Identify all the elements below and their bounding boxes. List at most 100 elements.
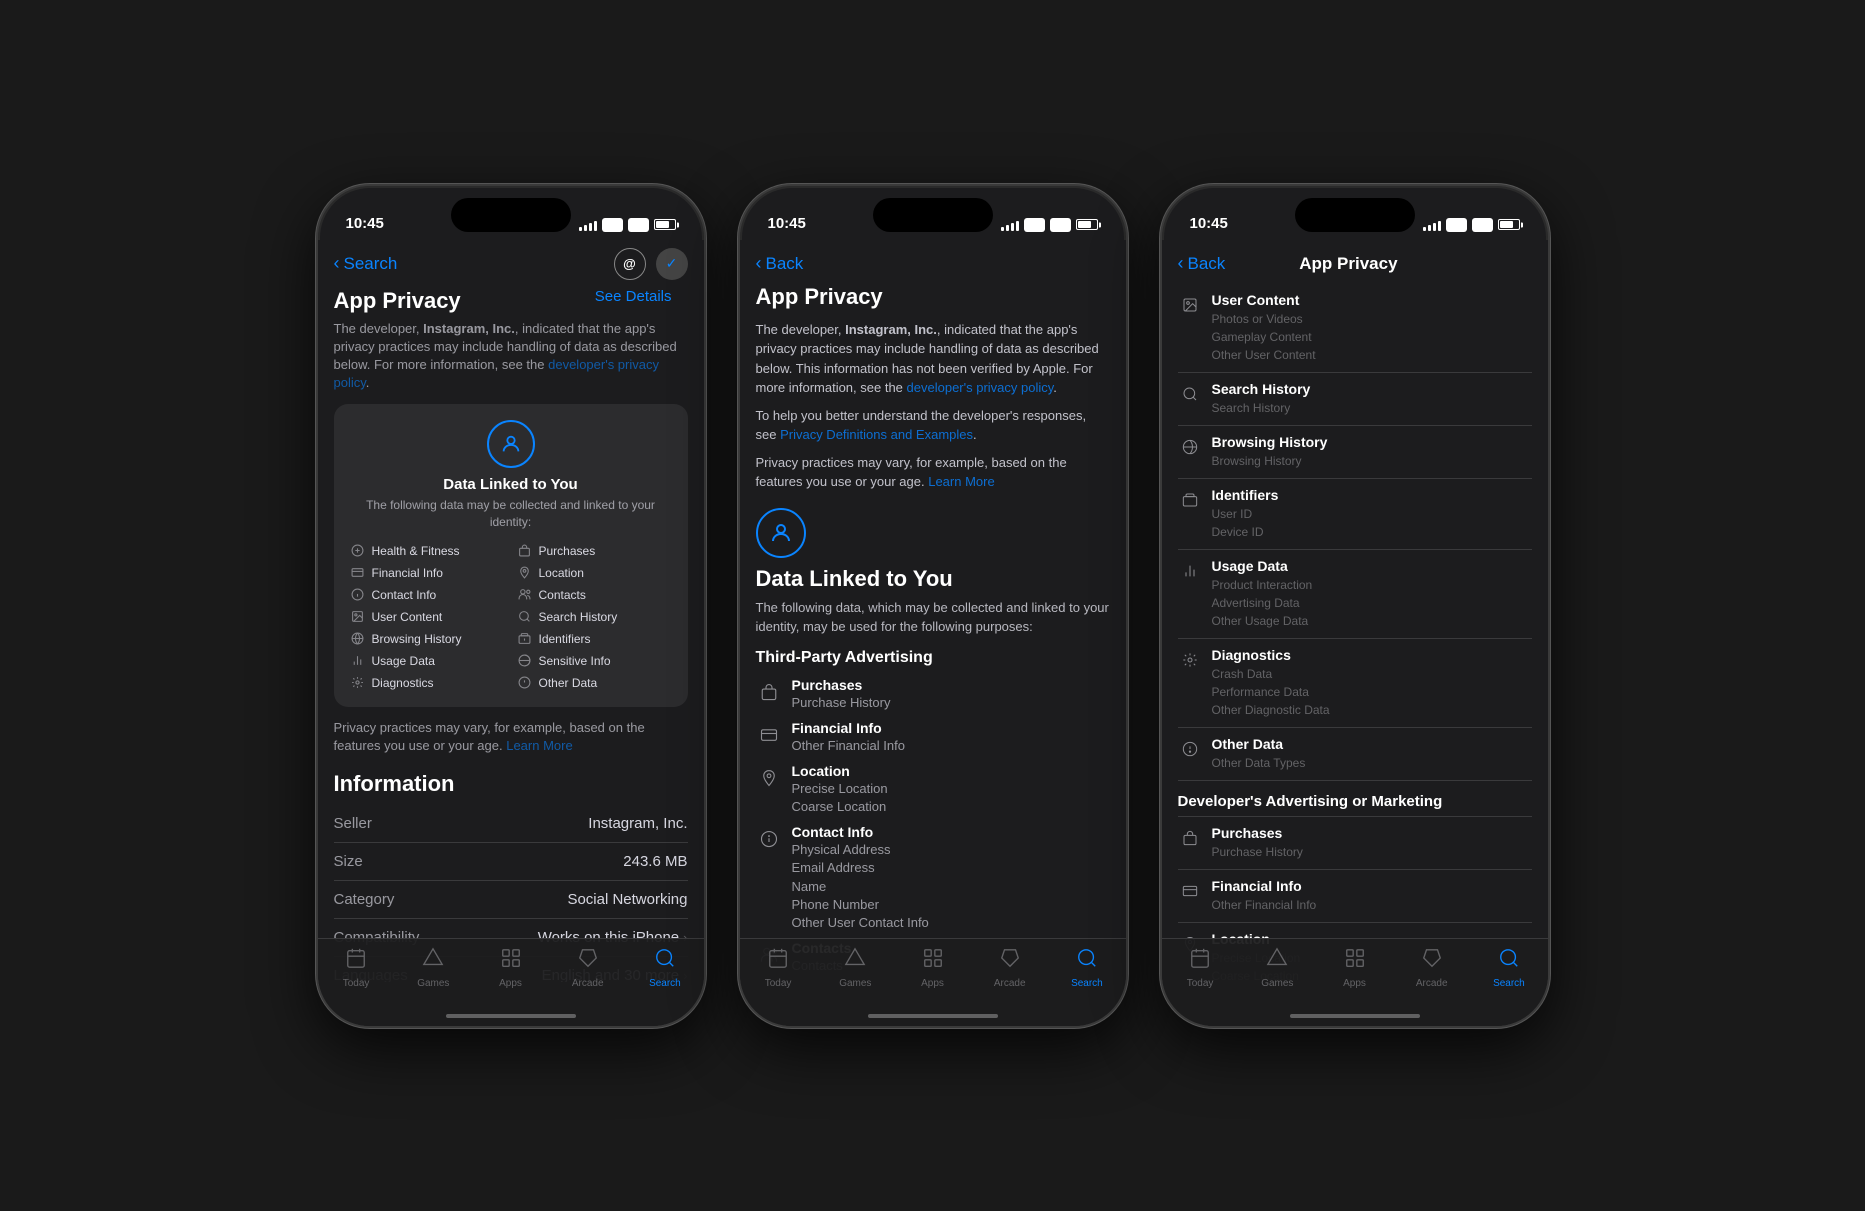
tab-arcade-3[interactable]: Arcade [1393,947,1470,989]
data-linked-title-2: Data Linked to You [756,566,1110,592]
5g-badge-1: 5G [602,218,623,232]
info-title-1: Information [334,771,688,797]
info-row-category: Category Social Networking [334,881,688,919]
search-icon-tab-3 [1498,947,1520,975]
dynamic-island-3 [1295,198,1415,232]
nav-bar-3: ‹ Back App Privacy [1162,240,1548,284]
nav-bar-1: ‹ Search @ ✓ [318,240,704,284]
list-item: Purchases [517,543,672,559]
chevron-left-icon-2: ‹ [756,253,762,274]
data-grid-1: Health & Fitness Purchases Financial Inf… [350,543,672,691]
tab-search-1[interactable]: Search [626,947,703,989]
list-item: Search History Search History [1178,373,1532,426]
tab-apps-3[interactable]: Apps [1316,947,1393,989]
search-hist-icon-3 [1178,382,1202,406]
data-linked-sub-2: The following data, which may be collect… [756,598,1110,637]
tab-today-3[interactable]: Today [1162,947,1239,989]
tab-games-label-3: Games [1261,978,1293,989]
card-subtitle-1: The following data may be collected and … [350,497,672,531]
user-content-icon [350,609,366,625]
phone-2: 10:45 5G 5G ‹ Back App Privacy The devel… [738,184,1128,1028]
tab-search-label-1: Search [649,978,681,989]
tab-today-1[interactable]: Today [318,947,395,989]
arcade-icon-1 [577,947,599,975]
identifiers-icon-3 [1178,488,1202,512]
privacy-note-1: Privacy practices may vary, for example,… [334,719,688,755]
5g2-badge-2: 5G [1050,218,1071,232]
person-icon-2 [756,508,806,558]
list-item: Usage Data [350,653,505,669]
tab-games-label-2: Games [839,978,871,989]
tab-arcade-1[interactable]: Arcade [549,947,626,989]
learn-more-1[interactable]: Learn More [506,738,572,753]
5g-badge-3: 5G [1446,218,1467,232]
tab-games-3[interactable]: Games [1239,947,1316,989]
battery-icon-2 [1076,219,1098,230]
list-item: Sensitive Info [517,653,672,669]
financial-info-icon-3 [1178,879,1202,903]
back-button-1[interactable]: ‹ Search [334,253,398,274]
info-row-size: Size 243.6 MB [334,843,688,881]
purchases-icon [517,543,533,559]
tab-apps-2[interactable]: Apps [894,947,971,989]
other-data-icon [517,675,533,691]
privacy-policy-link-1[interactable]: developer's privacy policy [334,357,659,390]
definitions-link-2[interactable]: Privacy Definitions and Examples [780,427,973,442]
battery-icon-1 [654,219,676,230]
privacy-policy-link-2[interactable]: developer's privacy policy [907,380,1054,395]
list-item: Health & Fitness [350,543,505,559]
list-item: Other Data [517,675,672,691]
screen-2: ‹ Back App Privacy The developer, Instag… [740,240,1126,1026]
tab-bar-1: Today Games Apps Arcade [318,938,704,1026]
search-icon-tab-1 [654,947,676,975]
financial-icon-2 [756,722,782,748]
tab-arcade-label-1: Arcade [572,978,604,989]
scroll-content-3[interactable]: User Content Photos or VideosGameplay Co… [1162,284,1548,982]
tab-apps-1[interactable]: Apps [472,947,549,989]
tab-arcade-2[interactable]: Arcade [971,947,1048,989]
list-item: Diagnostics Crash DataPerformance DataOt… [1178,639,1532,728]
battery-icon-3 [1498,219,1520,230]
apps-icon-2 [922,947,944,975]
list-item: Purchases Purchase History [1178,817,1532,870]
tab-games-2[interactable]: Games [817,947,894,989]
info-row-seller: Seller Instagram, Inc. [334,805,688,843]
list-item: Location [517,565,672,581]
tab-today-label-1: Today [343,978,370,989]
status-time-2: 10:45 [768,215,806,232]
signal-bars-1 [579,219,597,231]
today-icon-1 [345,947,367,975]
browsing-hist-icon-3 [1178,435,1202,459]
tab-apps-label-1: Apps [499,978,522,989]
back-label-1: Search [344,254,398,274]
see-details-link-1[interactable]: See Details [595,288,672,305]
screen-3: ‹ Back App Privacy User Content Photos o… [1162,240,1548,1026]
learn-more-2[interactable]: Learn More [928,474,994,489]
location-icon [517,565,533,581]
nav-actions-1: @ ✓ [614,248,688,280]
list-item: Contact Info Physical AddressEmail Addre… [756,824,1110,932]
home-indicator-2 [868,1014,998,1018]
back-button-3[interactable]: ‹ Back [1178,253,1226,274]
back-label-2: Back [766,254,804,274]
tab-arcade-label-3: Arcade [1416,978,1448,989]
scroll-content-1[interactable]: App Privacy See Details The developer, I… [318,284,704,982]
diagnostics-icon-3 [1178,648,1202,672]
tab-search-3[interactable]: Search [1470,947,1547,989]
tab-today-2[interactable]: Today [740,947,817,989]
list-item: Search History [517,609,672,625]
financial-icon [350,565,366,581]
list-item: User Content [350,609,505,625]
back-button-2[interactable]: ‹ Back [756,253,804,274]
threads-icon-1[interactable]: @ [614,248,646,280]
card-title-1: Data Linked to You [350,476,672,493]
checkmark-btn-1[interactable]: ✓ [656,248,688,280]
nav-bar-2: ‹ Back [740,240,1126,284]
home-indicator-1 [446,1014,576,1018]
dev-advertising-header-3: Developer's Advertising or Marketing [1178,781,1532,817]
scroll-content-2[interactable]: App Privacy The developer, Instagram, In… [740,284,1126,982]
search-history-icon [517,609,533,625]
tab-search-2[interactable]: Search [1048,947,1125,989]
tab-games-1[interactable]: Games [395,947,472,989]
purchases-icon-2 [756,679,782,705]
